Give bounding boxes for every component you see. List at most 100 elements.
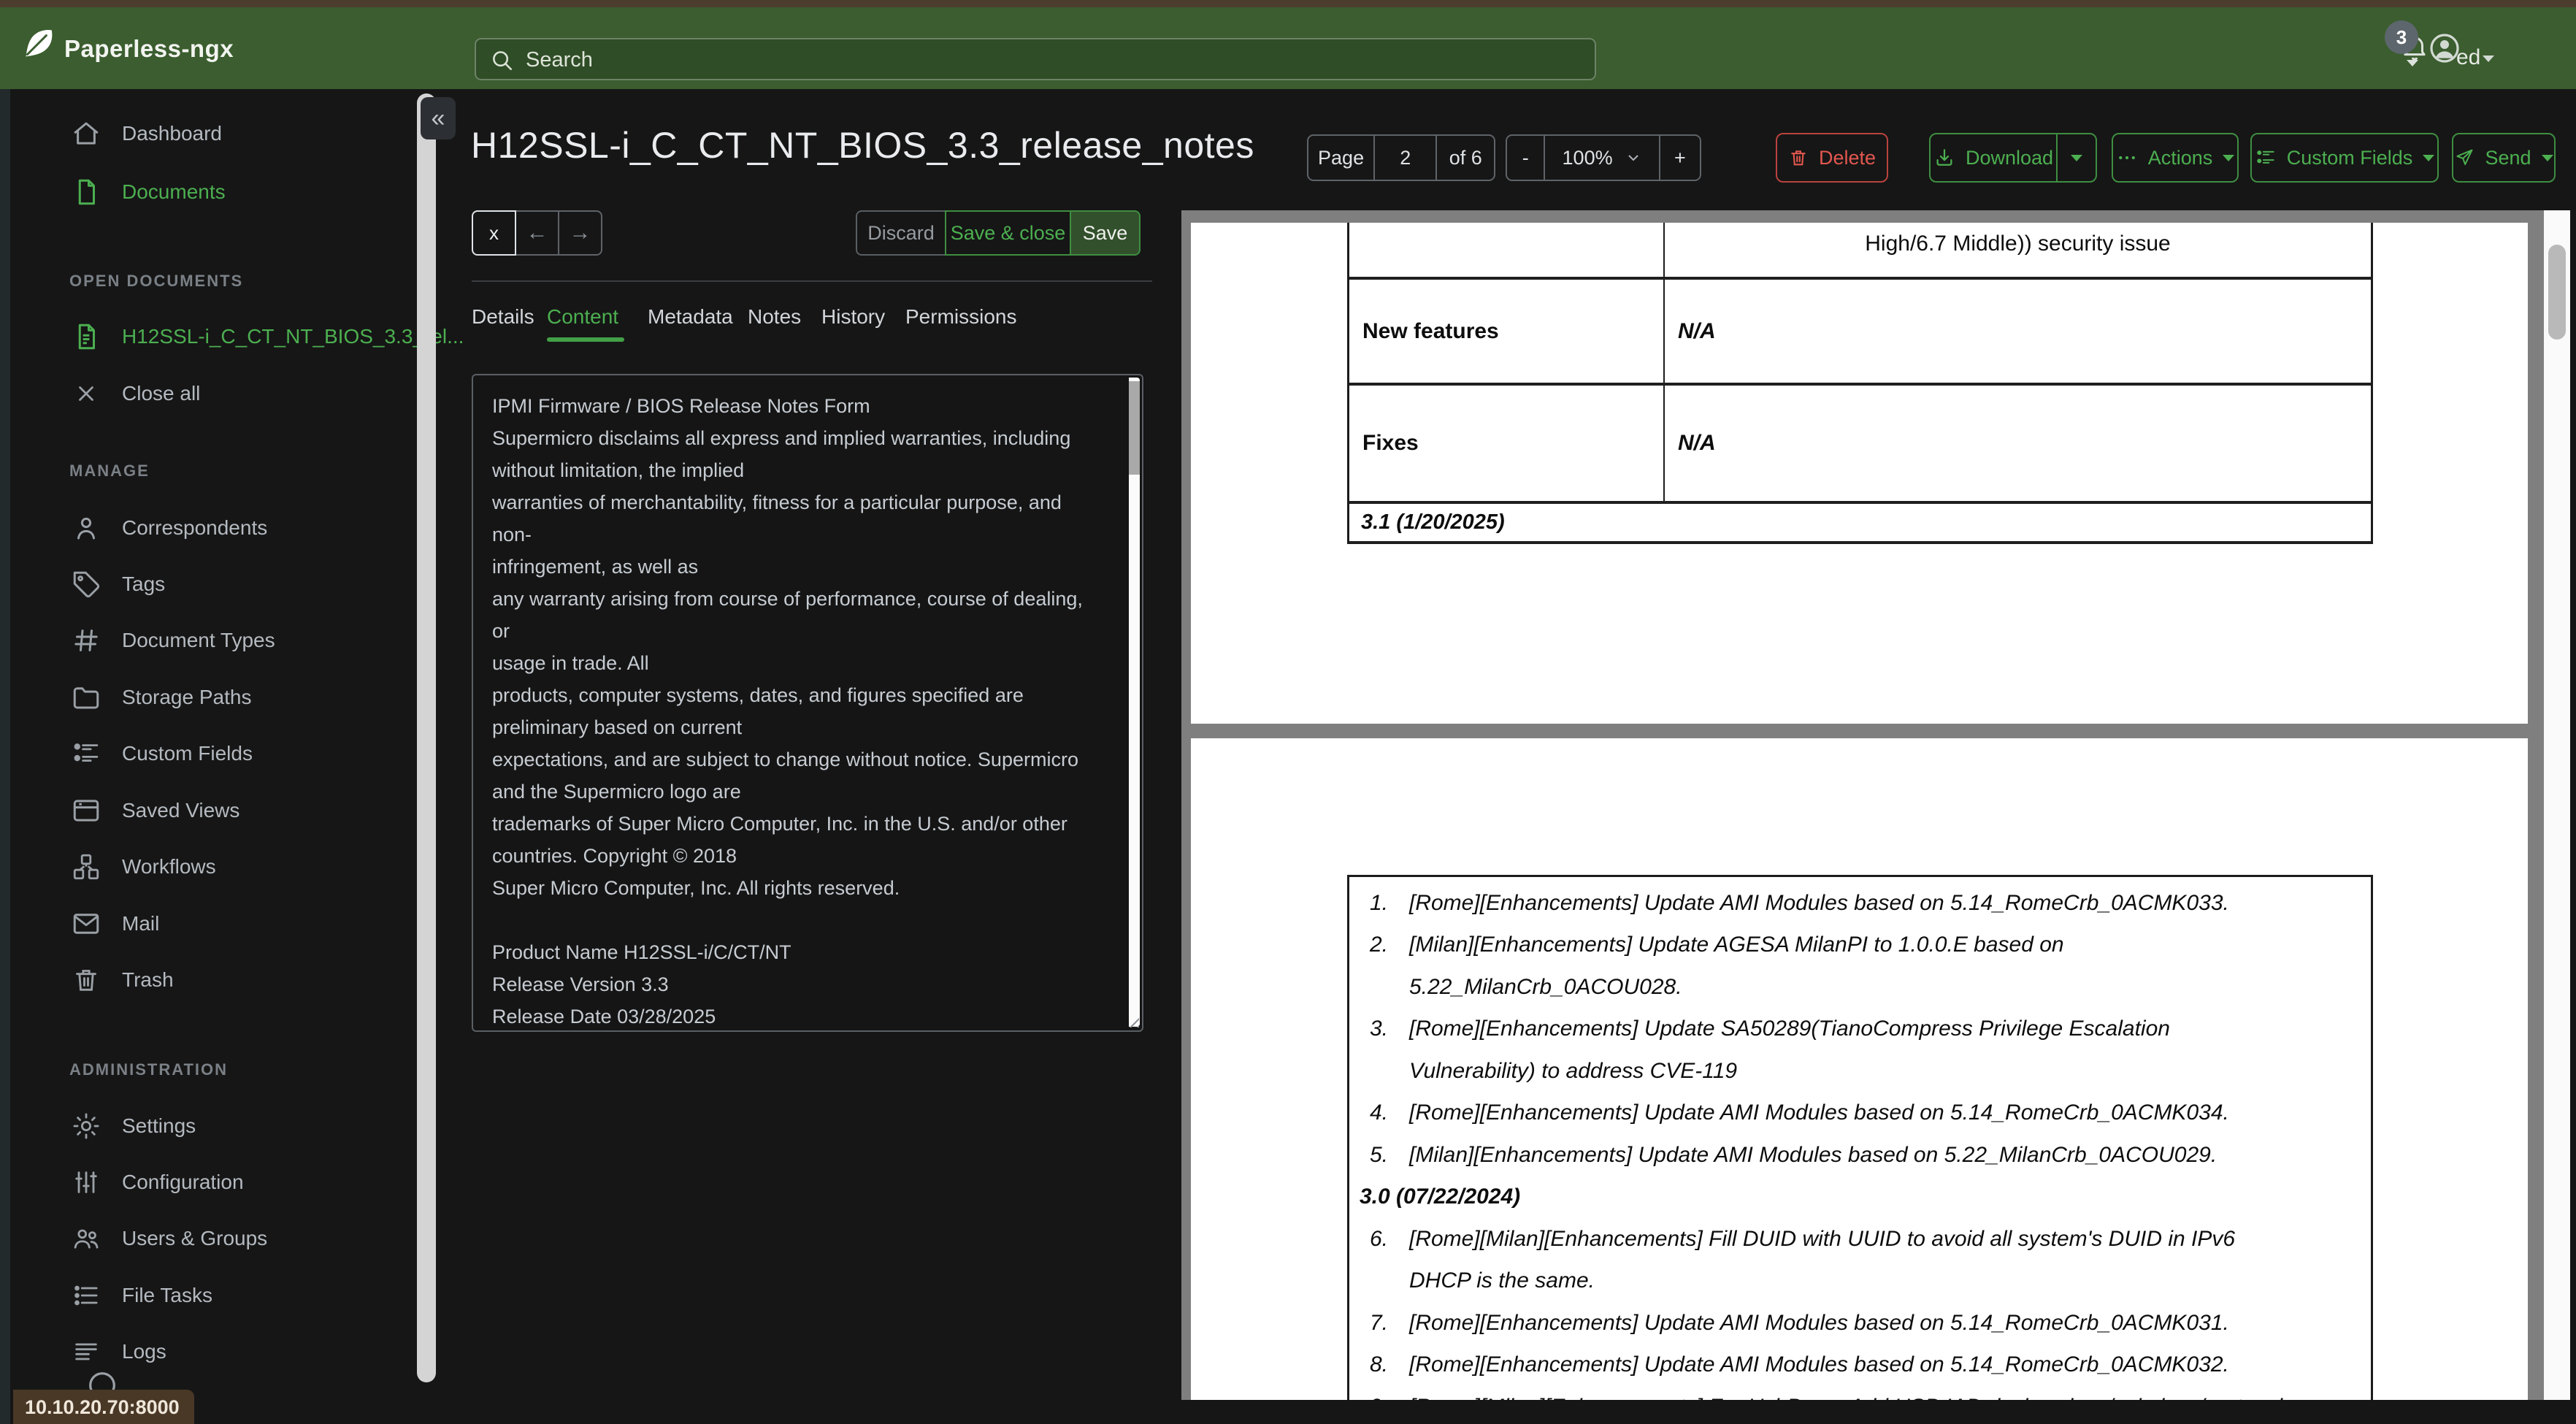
- desktop-edge-strip: [0, 0, 2576, 7]
- pdf-scrollbar-track[interactable]: [2544, 210, 2570, 1400]
- trash-icon: [1791, 150, 1806, 166]
- search-input[interactable]: [524, 39, 1535, 80]
- table-cell: N/A: [1678, 318, 1716, 343]
- list-item: 5. [Milan][Enhancements] Update AMI Modul…: [1370, 1142, 2217, 1167]
- pdf-page-2: 1. [Rome][Enhancements] Update AMI Module…: [1191, 738, 2528, 1400]
- trash-icon: [69, 963, 103, 997]
- gear-icon: [69, 1109, 103, 1143]
- table-cell: New features: [1349, 280, 1665, 383]
- textarea-scrollbar-track[interactable]: [1129, 378, 1140, 1027]
- tab-details[interactable]: Details: [472, 305, 534, 329]
- download-options-button[interactable]: [2056, 134, 2096, 181]
- username-label[interactable]: ed: [2456, 45, 2480, 70]
- search-box[interactable]: [475, 38, 1596, 80]
- app-header: Paperless-ngx 3 ed: [0, 7, 2576, 89]
- content-textarea[interactable]: IPMI Firmware / BIOS Release Notes Form …: [472, 374, 1143, 1032]
- sidebar-item-saved-views[interactable]: Saved Views: [69, 782, 239, 838]
- download-button[interactable]: Download: [1931, 134, 2056, 181]
- app-title[interactable]: Paperless-ngx: [64, 35, 234, 63]
- sidebar-item-document-types[interactable]: Document Types: [69, 612, 275, 668]
- sidebar-item-users-groups[interactable]: Users & Groups: [69, 1210, 267, 1266]
- table-row: New features N/A: [1349, 280, 2371, 386]
- page-number-input[interactable]: 2: [1373, 136, 1435, 180]
- list-check-icon: [69, 737, 103, 770]
- list-item: 9.[Rome][Milan][Enhancements] For UsbBus…: [1349, 1386, 2371, 1400]
- collapse-sidebar-button[interactable]: «: [421, 97, 456, 139]
- sidebar-item-configuration[interactable]: Configuration: [69, 1154, 244, 1210]
- bell-caret-down-icon[interactable]: [2407, 60, 2418, 66]
- document-nav-group: x ← →: [472, 210, 602, 256]
- tab-notes[interactable]: Notes: [748, 305, 801, 329]
- sidebar-item-workflows[interactable]: Workflows: [69, 838, 216, 895]
- folder-icon: [69, 681, 103, 714]
- textarea-scrollbar-thumb[interactable]: [1129, 381, 1140, 475]
- table-cell: N/A: [1678, 431, 1716, 455]
- caret-down-icon: [2541, 154, 2553, 161]
- zoom-level-dropdown[interactable]: 100%: [1544, 136, 1658, 180]
- tab-content[interactable]: Content: [547, 305, 618, 329]
- sidebar-section-administration: ADMINISTRATION: [69, 1060, 229, 1079]
- list-check-icon: [2256, 150, 2274, 164]
- sidebar-item-settings[interactable]: Settings: [69, 1098, 196, 1154]
- table-row: High/6.7 Middle)) security issue: [1349, 223, 2371, 280]
- custom-fields-button[interactable]: Custom Fields: [2250, 133, 2439, 183]
- task-list-icon: [69, 1279, 103, 1312]
- actions-button[interactable]: Actions: [2112, 133, 2239, 183]
- table-cell: Fixes: [1349, 386, 1665, 501]
- user-menu-caret-down-icon[interactable]: [2483, 55, 2494, 62]
- close-document-button[interactable]: x: [472, 210, 516, 256]
- list-item: 7. [Rome][Enhancements] Update AMI Module…: [1370, 1310, 2229, 1335]
- sliders-icon: [69, 1165, 103, 1199]
- save-button[interactable]: Save: [1070, 210, 1141, 256]
- sidebar-item-tags[interactable]: Tags: [69, 556, 165, 612]
- save-and-close-button[interactable]: Save & close: [945, 210, 1071, 256]
- sidebar-item-custom-fields[interactable]: Custom Fields: [69, 725, 253, 781]
- tab-permissions[interactable]: Permissions: [905, 305, 1016, 329]
- page-title: H12SSL-i_C_CT_NT_BIOS_3.3_release_notes: [471, 125, 1254, 166]
- pdf-viewer[interactable]: High/6.7 Middle)) security issue New fea…: [1181, 210, 2570, 1400]
- caret-down-icon: [2223, 154, 2235, 161]
- page-total-label: of 6: [1435, 136, 1494, 180]
- list-item-continuation: Vulnerability) to address CVE-119: [1409, 1058, 1738, 1083]
- sidebar-item-close-all[interactable]: Close all: [69, 365, 200, 421]
- list-item: 6. [Rome][Milan][Enhancements] Fill DUID …: [1370, 1226, 2236, 1251]
- next-document-button[interactable]: →: [558, 210, 602, 256]
- sidebar-item-mail[interactable]: Mail: [69, 895, 159, 952]
- page-label: Page: [1318, 146, 1365, 169]
- zoom-in-button[interactable]: +: [1658, 136, 1700, 180]
- sidebar-item-file-tasks[interactable]: File Tasks: [69, 1267, 212, 1323]
- people-icon: [69, 1222, 103, 1255]
- sidebar-scrollbar[interactable]: [417, 93, 436, 1382]
- notifications-badge: 3: [2385, 20, 2418, 54]
- save-button-group: Discard Save & close Save: [856, 210, 1141, 256]
- list-item-continuation: 5.22_MilanCrb_0ACOU028.: [1409, 974, 1682, 999]
- file-text-icon: [69, 320, 103, 353]
- tab-history[interactable]: History: [821, 305, 885, 329]
- zoom-out-button[interactable]: -: [1507, 136, 1544, 180]
- delete-button[interactable]: Delete: [1776, 133, 1888, 183]
- version-row: 3.1 (1/20/2025): [1349, 504, 2371, 544]
- pdf-scrollbar-thumb[interactable]: [2548, 245, 2566, 340]
- paperless-logo-feather-icon: [20, 25, 57, 61]
- list-item: 2. [Milan][Enhancements] Update AGESA Mil…: [1370, 933, 2064, 957]
- caret-down-icon: [2423, 154, 2435, 161]
- zoom-control-group: - 100% +: [1506, 134, 1701, 181]
- discard-button[interactable]: Discard: [856, 210, 946, 256]
- sidebar-item-correspondents[interactable]: Correspondents: [69, 499, 267, 556]
- list-item-continuation: DHCP is the same.: [1409, 1268, 1595, 1293]
- sidebar-item-dashboard[interactable]: Dashboard: [69, 105, 222, 161]
- file-icon: [69, 175, 103, 209]
- sidebar-item-documents[interactable]: Documents: [69, 164, 226, 220]
- close-icon: [69, 377, 103, 410]
- sidebar-item-trash[interactable]: Trash: [69, 952, 174, 1008]
- sidebar-item-storage-paths[interactable]: Storage Paths: [69, 669, 251, 725]
- boxes-icon: [69, 850, 103, 884]
- hash-icon: [69, 624, 103, 657]
- tag-icon: [69, 567, 103, 601]
- sidebar-item-open-document[interactable]: H12SSL-i_C_CT_NT_BIOS_3.3_rel...: [69, 308, 464, 364]
- envelope-icon: [69, 907, 103, 941]
- tab-metadata[interactable]: Metadata: [648, 305, 733, 329]
- table-cell: High/6.7 Middle)) security issue: [1865, 231, 2171, 256]
- previous-document-button[interactable]: ←: [515, 210, 559, 256]
- send-button[interactable]: Send: [2452, 133, 2556, 183]
